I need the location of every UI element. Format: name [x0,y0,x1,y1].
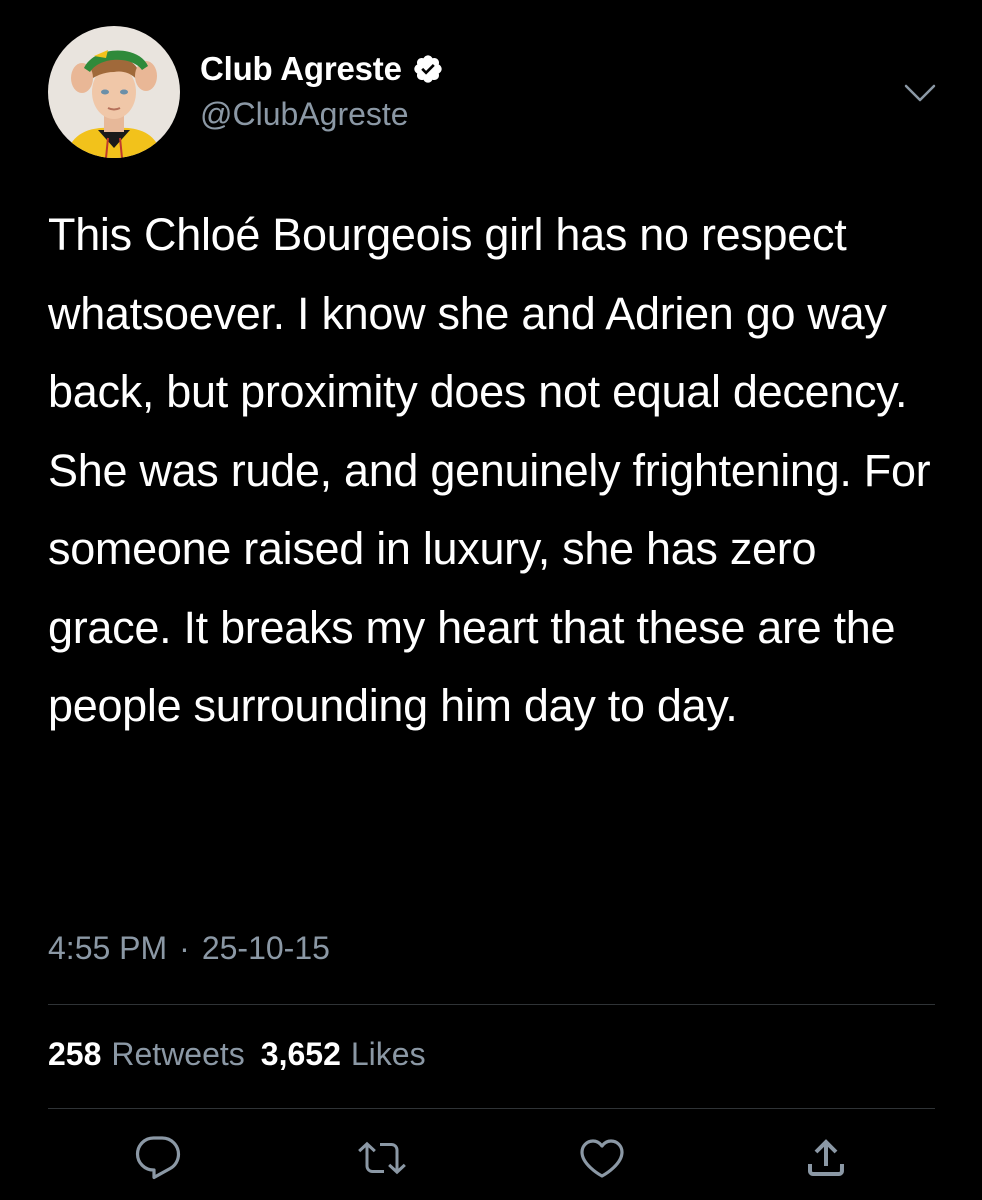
chevron-down-icon[interactable] [900,80,940,106]
avatar-image [48,26,180,158]
share-button[interactable] [800,1132,852,1184]
author-display-name[interactable]: Club Agreste [200,50,402,88]
divider [48,1108,935,1109]
share-icon [808,1139,844,1176]
likes-stat[interactable]: 3,652 Likes [261,1036,426,1073]
reply-icon [135,1136,181,1180]
timestamp-separator: · [179,930,190,966]
retweets-label: Retweets [111,1036,245,1072]
like-icon [580,1139,624,1178]
tweet-text: This Chloé Bourgeois girl has no respect… [48,209,931,731]
tweet-timestamp[interactable]: 4:55 PM · 25-10-15 [48,930,330,967]
tweet-time[interactable]: 4:55 PM [48,930,167,967]
likes-count: 3,652 [260,1036,341,1072]
author-name-row[interactable]: Club Agreste [200,50,444,88]
verified-badge-icon [414,55,442,83]
avatar[interactable] [48,26,180,158]
tweet-stats: 258 Retweets 3,652 Likes [48,1036,426,1073]
action-bar [0,1132,982,1184]
author-handle[interactable]: @ClubAgreste [200,96,409,133]
retweet-icon [358,1141,406,1175]
retweets-stat[interactable]: 258 Retweets [48,1036,245,1073]
retweet-button[interactable] [356,1132,408,1184]
like-button[interactable] [576,1132,628,1184]
divider [48,1004,935,1005]
tweet-detail: Club Agreste @ClubAgreste This Chloé Bou… [0,0,982,1200]
retweets-count: 258 [48,1036,102,1072]
reply-button[interactable] [132,1132,184,1184]
likes-label: Likes [350,1036,426,1072]
tweet-date[interactable]: 25-10-15 [202,930,330,967]
